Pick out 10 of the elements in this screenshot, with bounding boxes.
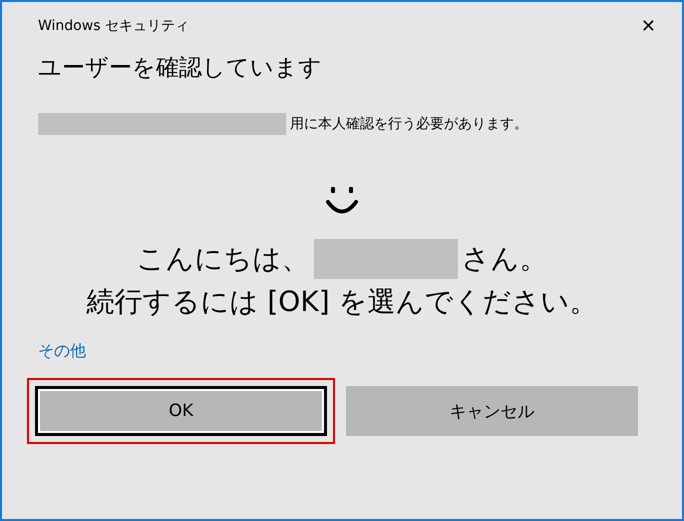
close-button[interactable]: ✕ [636,16,660,36]
description-text: 用に本人確認を行う必要があります。 [290,115,528,133]
greeting-text: こんにちは、 [136,241,310,277]
ok-button[interactable]: OK [35,386,327,436]
window-title: Windows セキュリティ [38,17,189,35]
greeting-text: さん。 [462,241,548,277]
cancel-button[interactable]: キャンセル [346,386,638,436]
dialog-heading: ユーザーを確認しています [38,54,323,83]
instruction-text: 続行するには [OK] を選んでください。 [85,284,599,320]
more-link[interactable]: その他 [38,341,86,360]
